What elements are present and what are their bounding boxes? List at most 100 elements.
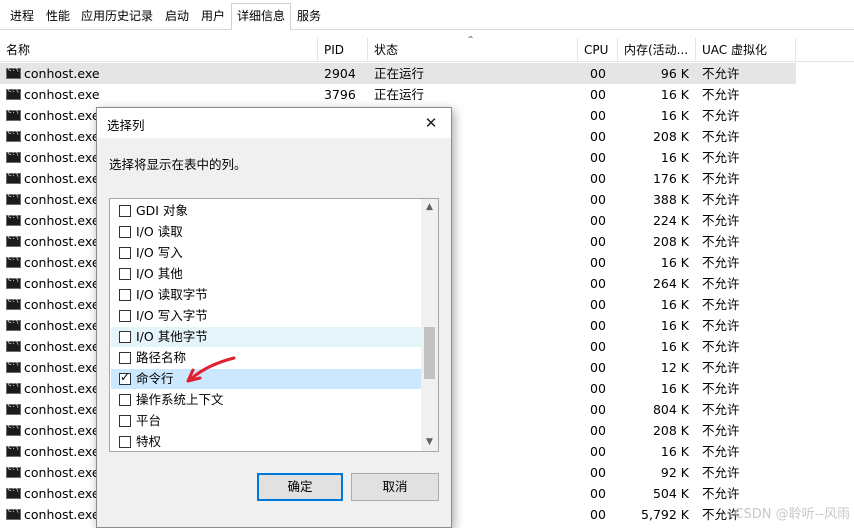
- column-option[interactable]: 路径名称: [111, 348, 421, 368]
- process-memory: 16 K: [660, 87, 689, 102]
- close-icon[interactable]: ✕: [419, 112, 443, 134]
- checkbox[interactable]: [119, 352, 131, 364]
- process-cpu: 00: [590, 444, 606, 459]
- column-option[interactable]: 操作系统上下文: [111, 390, 421, 410]
- column-option[interactable]: I/O 写入: [111, 243, 421, 263]
- column-option[interactable]: GDI 对象: [111, 201, 421, 221]
- console-app-icon: [6, 297, 21, 310]
- checkbox[interactable]: [119, 331, 131, 343]
- dialog-prompt: 选择将显示在表中的列。: [109, 157, 247, 172]
- checkmark-icon: ✓: [120, 370, 131, 384]
- console-app-icon: [6, 87, 21, 100]
- tab-app-history[interactable]: 应用历史记录: [76, 5, 158, 28]
- watermark: CSDN @聆听--风雨: [734, 507, 850, 522]
- checkbox[interactable]: [119, 268, 131, 280]
- checkbox[interactable]: [119, 394, 131, 406]
- tab-services[interactable]: 服务: [292, 5, 326, 28]
- column-memory[interactable]: 内存(活动...: [618, 38, 696, 62]
- tab-processes[interactable]: 进程: [4, 5, 40, 28]
- column-option[interactable]: I/O 写入字节: [111, 306, 421, 326]
- column-option-label: 平台: [136, 413, 162, 428]
- console-app-icon: [6, 444, 21, 457]
- checkbox[interactable]: ✓: [119, 370, 131, 385]
- checkbox[interactable]: [119, 205, 131, 217]
- checkbox[interactable]: [119, 436, 131, 448]
- process-memory: 208 K: [652, 423, 689, 438]
- checkbox[interactable]: [119, 226, 131, 238]
- cancel-button[interactable]: 取消: [351, 473, 439, 501]
- process-cpu: 00: [590, 423, 606, 438]
- tab-users[interactable]: 用户: [196, 5, 230, 28]
- process-memory: 208 K: [652, 129, 689, 144]
- process-uac: 不允许: [702, 234, 740, 249]
- column-checklist[interactable]: 特权 平台 操作系统上下文 ✓ 命令行 路径名称 I/O 其他字节 I/O 写入字节 I/O 读…: [109, 198, 439, 452]
- process-cpu: 00: [590, 171, 606, 186]
- column-option[interactable]: 平台: [111, 411, 421, 431]
- process-uac: 不允许: [702, 444, 740, 459]
- scrollbar-thumb[interactable]: [424, 327, 435, 379]
- process-memory: 16 K: [660, 318, 689, 333]
- column-status[interactable]: 状态: [368, 38, 578, 62]
- process-memory: 16 K: [660, 150, 689, 165]
- checklist-scrollbar[interactable]: ▲ ▼: [421, 199, 438, 451]
- process-memory: 96 K: [660, 66, 689, 81]
- column-option-label: I/O 写入: [136, 245, 183, 260]
- column-option-label: I/O 其他: [136, 266, 183, 281]
- dialog-title: 选择列: [107, 118, 145, 133]
- table-row[interactable]: conhost.exe 2904 正在运行 00 96 K 不允许: [0, 63, 796, 84]
- process-pid: 3796: [324, 87, 356, 102]
- console-app-icon: [6, 171, 21, 184]
- scroll-down-icon[interactable]: ▼: [424, 437, 435, 448]
- tab-startup[interactable]: 启动: [159, 5, 195, 28]
- console-app-icon: [6, 339, 21, 352]
- process-uac: 不允许: [702, 108, 740, 123]
- process-uac: 不允许: [702, 66, 740, 81]
- column-option-label: I/O 读取字节: [136, 287, 208, 302]
- column-cpu[interactable]: CPU: [578, 38, 618, 62]
- process-uac: 不允许: [702, 213, 740, 228]
- scroll-up-icon[interactable]: ▲: [424, 202, 435, 213]
- select-columns-dialog: 选择列 ✕ 选择将显示在表中的列。 特权 平台 操作系统上下文 ✓ 命令行 路径名称 I/O…: [96, 107, 452, 528]
- process-cpu: 00: [590, 192, 606, 207]
- tab-performance[interactable]: 性能: [41, 5, 75, 28]
- column-uac[interactable]: UAC 虚拟化: [696, 38, 796, 62]
- column-option[interactable]: 特权: [111, 432, 421, 451]
- process-cpu: 00: [590, 507, 606, 522]
- process-cpu: 00: [590, 255, 606, 270]
- checkbox[interactable]: [119, 289, 131, 301]
- process-cpu: 00: [590, 318, 606, 333]
- process-memory: 16 K: [660, 297, 689, 312]
- process-cpu: 00: [590, 108, 606, 123]
- ok-button[interactable]: 确定: [257, 473, 343, 501]
- process-uac: 不允许: [702, 87, 740, 102]
- checkbox[interactable]: [119, 415, 131, 427]
- column-option-label: I/O 读取: [136, 224, 183, 239]
- process-cpu: 00: [590, 381, 606, 396]
- column-option-label: I/O 其他字节: [136, 329, 208, 344]
- process-memory: 16 K: [660, 108, 689, 123]
- column-pid[interactable]: PID: [318, 38, 368, 62]
- process-memory: 92 K: [660, 465, 689, 480]
- checkbox[interactable]: [119, 310, 131, 322]
- console-app-icon: [6, 192, 21, 205]
- process-uac: 不允许: [702, 276, 740, 291]
- column-option[interactable]: ✓ 命令行: [111, 369, 421, 389]
- process-memory: 16 K: [660, 381, 689, 396]
- console-app-icon: [6, 423, 21, 436]
- process-uac: 不允许: [702, 192, 740, 207]
- process-uac: 不允许: [702, 150, 740, 165]
- table-row[interactable]: conhost.exe 3796 正在运行 00 16 K 不允许: [0, 84, 796, 105]
- column-option[interactable]: I/O 其他字节: [111, 327, 421, 347]
- column-option[interactable]: I/O 读取字节: [111, 285, 421, 305]
- tab-details[interactable]: 详细信息: [231, 3, 291, 30]
- process-cpu: 00: [590, 486, 606, 501]
- column-option[interactable]: I/O 其他: [111, 264, 421, 284]
- checkbox[interactable]: [119, 247, 131, 259]
- console-app-icon: [6, 381, 21, 394]
- process-memory: 16 K: [660, 444, 689, 459]
- process-memory: 388 K: [652, 192, 689, 207]
- process-uac: 不允许: [702, 381, 740, 396]
- column-name[interactable]: 名称: [0, 38, 318, 62]
- column-option[interactable]: I/O 读取: [111, 222, 421, 242]
- process-cpu: 00: [590, 276, 606, 291]
